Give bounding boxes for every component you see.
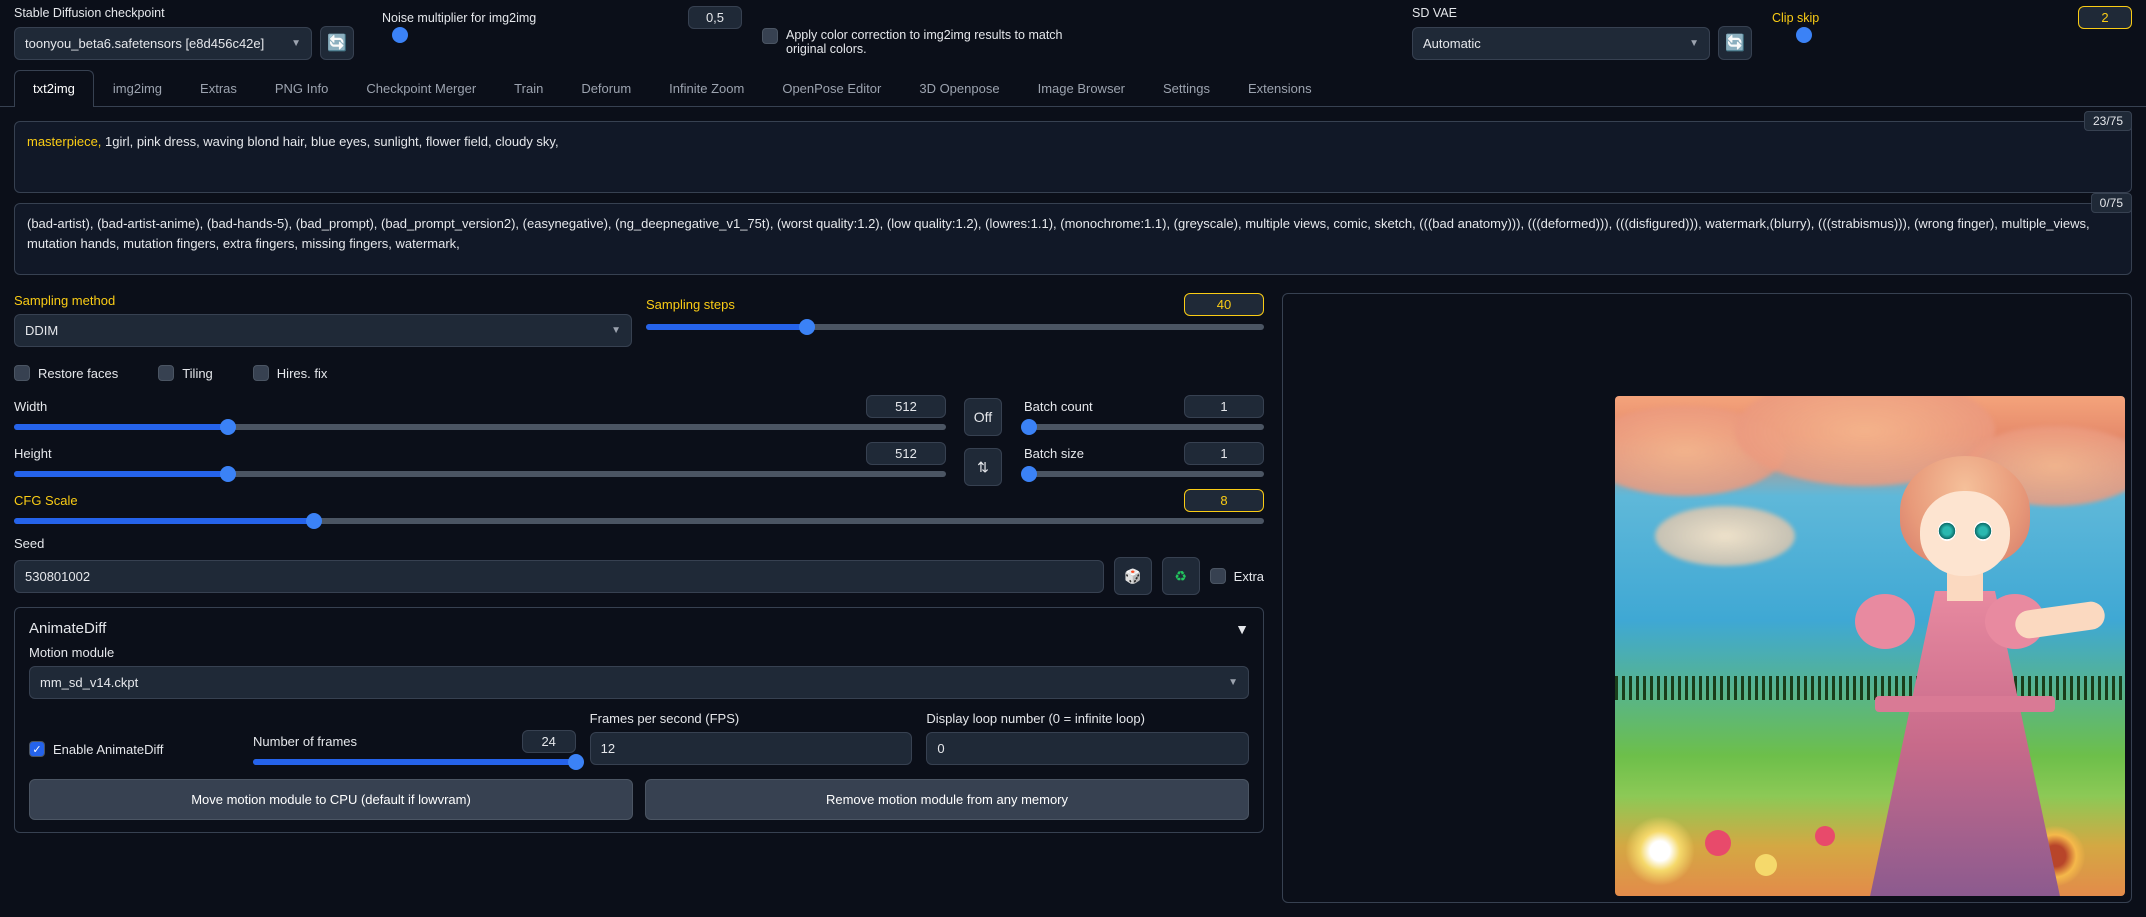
- tab-infinite-zoom[interactable]: Infinite Zoom: [650, 70, 763, 106]
- motion-module-label: Motion module: [29, 645, 1249, 660]
- prompt-text: 1girl, pink dress, waving blond hair, bl…: [101, 134, 558, 149]
- tab-txt2img[interactable]: txt2img: [14, 70, 94, 106]
- fps-input[interactable]: [590, 732, 913, 765]
- animatediff-title: AnimateDiff: [29, 620, 106, 637]
- frames-value[interactable]: 24: [522, 730, 576, 753]
- seed-random-button[interactable]: 🎲: [1114, 557, 1152, 595]
- checkpoint-value: toonyou_beta6.safetensors [e8d456c42e]: [25, 36, 264, 51]
- loop-label: Display loop number (0 = infinite loop): [926, 711, 1249, 726]
- neg-counter: 0/75: [2091, 193, 2132, 213]
- height-slider[interactable]: [14, 471, 946, 477]
- seed-extra-label: Extra: [1234, 569, 1264, 584]
- cfg-label: CFG Scale: [14, 493, 78, 508]
- seed-label: Seed: [14, 536, 1264, 551]
- tab-img2img[interactable]: img2img: [94, 70, 181, 106]
- recycle-icon: ♻: [1174, 568, 1187, 585]
- animatediff-header[interactable]: AnimateDiff ▼: [29, 620, 1249, 637]
- reload-icon: 🔄: [1725, 33, 1745, 53]
- seed-input[interactable]: [14, 560, 1104, 593]
- prompt-counter: 23/75: [2084, 111, 2132, 131]
- tab-extensions[interactable]: Extensions: [1229, 70, 1331, 106]
- clip-value[interactable]: 2: [2078, 6, 2132, 29]
- collapse-icon: ▼: [1235, 621, 1249, 637]
- checkpoint-select[interactable]: toonyou_beta6.safetensors [e8d456c42e] ▼: [14, 27, 312, 60]
- caret-icon: ▼: [1689, 38, 1699, 49]
- caret-icon: ▼: [1228, 677, 1238, 688]
- batch-size-label: Batch size: [1024, 446, 1084, 461]
- frames-slider[interactable]: [253, 759, 576, 765]
- noise-label: Noise multiplier for img2img: [382, 11, 536, 25]
- batch-count-value[interactable]: 1: [1184, 395, 1264, 418]
- prompt-input[interactable]: masterpiece, 1girl, pink dress, waving b…: [14, 121, 2132, 193]
- batch-count-slider[interactable]: [1024, 424, 1264, 430]
- color-correct-label: Apply color correction to img2img result…: [786, 28, 1072, 56]
- generated-image[interactable]: [1615, 396, 2125, 896]
- sampling-method-label: Sampling method: [14, 293, 632, 308]
- sampling-steps-value[interactable]: 40: [1184, 293, 1264, 316]
- tab-image-browser[interactable]: Image Browser: [1019, 70, 1144, 106]
- sampling-method-select[interactable]: DDIM ▼: [14, 314, 632, 347]
- height-label: Height: [14, 446, 52, 461]
- swap-dims-button[interactable]: ⇅: [964, 448, 1002, 486]
- swap-icon: ⇅: [977, 459, 989, 476]
- sdvae-label: SD VAE: [1412, 6, 1752, 20]
- prompt-highlight: masterpiece,: [27, 134, 101, 149]
- sdvae-select[interactable]: Automatic ▼: [1412, 27, 1710, 60]
- tiling-checkbox[interactable]: Tiling: [158, 365, 213, 381]
- remove-module-button[interactable]: Remove motion module from any memory: [645, 779, 1249, 820]
- seed-extra-checkbox[interactable]: Extra: [1210, 568, 1264, 584]
- tab-deforum[interactable]: Deforum: [562, 70, 650, 106]
- caret-icon: ▼: [291, 38, 301, 49]
- sampling-steps-slider[interactable]: [646, 324, 1264, 330]
- tab-openpose[interactable]: OpenPose Editor: [763, 70, 900, 106]
- tiling-label: Tiling: [182, 366, 213, 381]
- move-module-cpu-button[interactable]: Move motion module to CPU (default if lo…: [29, 779, 633, 820]
- tab-extras[interactable]: Extras: [181, 70, 256, 106]
- frames-label: Number of frames: [253, 734, 357, 749]
- fps-label: Frames per second (FPS): [590, 711, 913, 726]
- seed-reuse-button[interactable]: ♻: [1162, 557, 1200, 595]
- sdvae-value: Automatic: [1423, 36, 1481, 51]
- dice-icon: 🎲: [1124, 568, 1141, 585]
- checkpoint-label: Stable Diffusion checkpoint: [14, 6, 354, 20]
- sampling-method-value: DDIM: [25, 323, 58, 338]
- tab-pnginfo[interactable]: PNG Info: [256, 70, 347, 106]
- enable-animatediff-label: Enable AnimateDiff: [53, 742, 163, 757]
- width-label: Width: [14, 399, 47, 414]
- batch-size-value[interactable]: 1: [1184, 442, 1264, 465]
- reload-icon: 🔄: [327, 33, 347, 53]
- tab-train[interactable]: Train: [495, 70, 562, 106]
- hires-fix-checkbox[interactable]: Hires. fix: [253, 365, 328, 381]
- caret-icon: ▼: [611, 325, 621, 336]
- motion-module-value: mm_sd_v14.ckpt: [40, 675, 138, 690]
- clip-label: Clip skip: [1772, 11, 1819, 25]
- animatediff-panel: AnimateDiff ▼ Motion module mm_sd_v14.ck…: [14, 607, 1264, 833]
- batch-size-slider[interactable]: [1024, 471, 1264, 477]
- negative-prompt-input[interactable]: (bad-artist), (bad-artist-anime), (bad-h…: [14, 203, 2132, 275]
- off-button[interactable]: Off: [964, 398, 1002, 436]
- tab-settings[interactable]: Settings: [1144, 70, 1229, 106]
- restore-faces-label: Restore faces: [38, 366, 118, 381]
- output-gallery[interactable]: [1282, 293, 2132, 903]
- color-correct-checkbox[interactable]: [762, 28, 778, 44]
- hires-fix-label: Hires. fix: [277, 366, 328, 381]
- sdvae-reload-button[interactable]: 🔄: [1718, 26, 1752, 60]
- main-tabs: txt2img img2img Extras PNG Info Checkpoi…: [0, 70, 2146, 107]
- width-value[interactable]: 512: [866, 395, 946, 418]
- restore-faces-checkbox[interactable]: Restore faces: [14, 365, 118, 381]
- noise-value[interactable]: 0,5: [688, 6, 742, 29]
- enable-animatediff-checkbox[interactable]: Enable AnimateDiff: [29, 741, 239, 757]
- tab-ckpt-merger[interactable]: Checkpoint Merger: [347, 70, 495, 106]
- cfg-value[interactable]: 8: [1184, 489, 1264, 512]
- cfg-slider[interactable]: [14, 518, 1264, 524]
- motion-module-select[interactable]: mm_sd_v14.ckpt ▼: [29, 666, 1249, 699]
- batch-count-label: Batch count: [1024, 399, 1093, 414]
- checkpoint-reload-button[interactable]: 🔄: [320, 26, 354, 60]
- tab-3d-openpose[interactable]: 3D Openpose: [900, 70, 1018, 106]
- height-value[interactable]: 512: [866, 442, 946, 465]
- width-slider[interactable]: [14, 424, 946, 430]
- loop-input[interactable]: [926, 732, 1249, 765]
- sampling-steps-label: Sampling steps: [646, 297, 735, 312]
